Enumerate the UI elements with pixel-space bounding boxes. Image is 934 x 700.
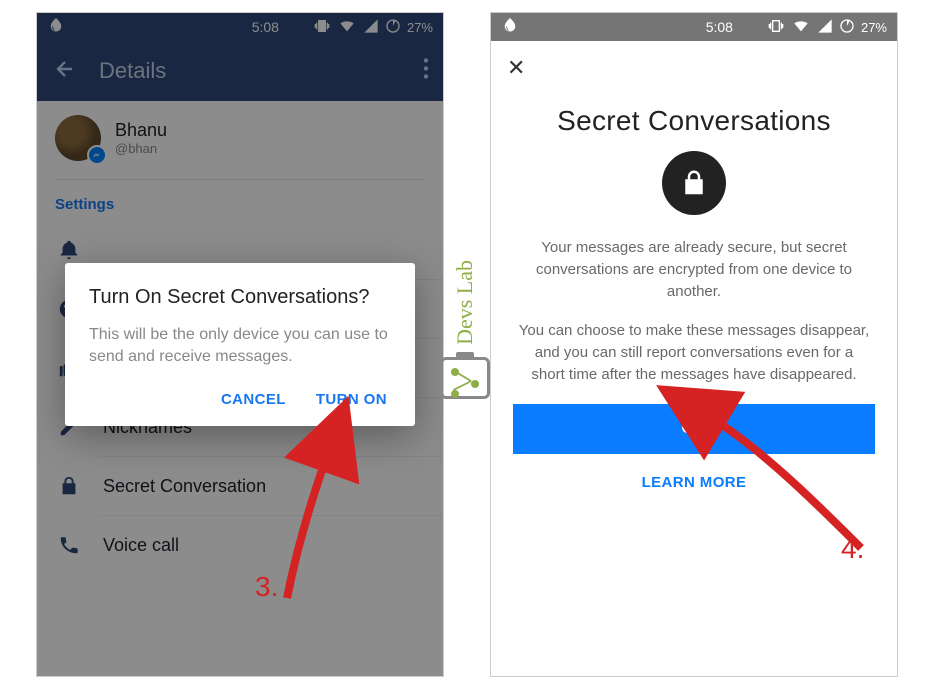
profile-handle: @bhan: [115, 141, 167, 156]
wifi-icon: [337, 18, 357, 37]
intro-paragraph-2: You can choose to make these messages di…: [491, 320, 897, 385]
intro-paragraph-1: Your messages are already secure, but se…: [491, 237, 897, 302]
notification-leaf-icon: [501, 17, 519, 38]
status-time: 5:08: [252, 19, 279, 35]
screenshot-right: 5:08 27% ✕ Secret Conversations Your mes…: [490, 12, 898, 677]
turn-on-button[interactable]: TURN ON: [316, 391, 387, 408]
page-title: Details: [99, 58, 166, 84]
messenger-badge-icon: [87, 145, 107, 165]
annotation-arrow-step-3: [227, 438, 367, 623]
battery-circle-icon: [385, 18, 401, 37]
profile-header[interactable]: Bhanu @bhan: [37, 101, 443, 175]
lock-circle-icon: [662, 151, 726, 215]
back-arrow-icon[interactable]: [51, 57, 75, 86]
battery-circle-icon: [839, 18, 855, 37]
phone-icon: [57, 534, 81, 556]
watermark-text: Devs Lab: [452, 260, 478, 345]
status-bar: 5:08 27%: [37, 13, 443, 41]
watermark-device-icon: [440, 357, 490, 399]
voice-call-label: Voice call: [103, 535, 179, 556]
status-time: 5:08: [706, 19, 733, 35]
app-bar: Details: [37, 41, 443, 101]
cancel-button[interactable]: CANCEL: [221, 391, 286, 408]
avatar: [55, 115, 101, 161]
annotation-step-4-label: 4.: [841, 533, 864, 565]
vibrate-icon: [313, 18, 331, 37]
vibrate-icon: [767, 18, 785, 37]
bell-icon: [57, 239, 81, 261]
profile-name: Bhanu: [115, 120, 167, 141]
secret-conversation-dialog: Turn On Secret Conversations? This will …: [65, 263, 415, 426]
notification-leaf-icon: [47, 17, 65, 38]
dialog-title: Turn On Secret Conversations?: [89, 285, 391, 310]
wifi-icon: [791, 18, 811, 37]
battery-percentage: 27%: [407, 20, 433, 35]
cell-signal-icon: [363, 18, 379, 37]
lock-icon: [57, 475, 81, 497]
overflow-menu-icon[interactable]: [423, 58, 429, 85]
close-icon[interactable]: ✕: [507, 55, 525, 80]
status-bar: 5:08 27%: [491, 13, 897, 41]
intro-title: Secret Conversations: [491, 95, 897, 151]
battery-percentage: 27%: [861, 20, 887, 35]
cell-signal-icon: [817, 18, 833, 37]
screenshot-left: 5:08 27% Details: [36, 12, 444, 677]
settings-section-label: Settings: [37, 180, 443, 221]
dialog-body: This will be the only device you can use…: [89, 324, 391, 369]
annotation-step-3-label: 3.: [255, 571, 278, 603]
